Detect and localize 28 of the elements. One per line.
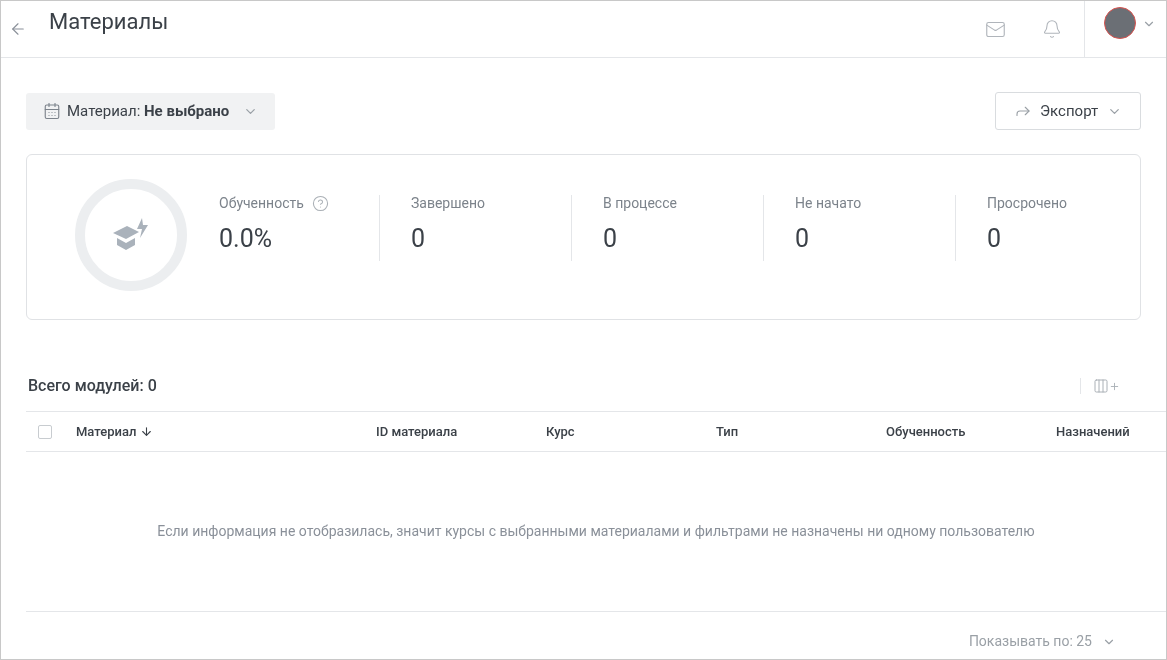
column-header[interactable]: Курс (546, 421, 575, 442)
stat-label: Просрочено (987, 194, 1068, 213)
bell-icon[interactable] (1042, 19, 1062, 39)
calendar-icon (43, 102, 61, 120)
stat-value: 0 (411, 223, 427, 255)
table-title: Всего модулей: 0 (28, 375, 157, 397)
column-header[interactable]: Назначений (1056, 421, 1130, 442)
column-header[interactable]: Обученность (886, 421, 966, 442)
stat-value: 0 (795, 223, 811, 255)
column-header[interactable]: ID материала (376, 421, 458, 442)
material-filter[interactable]: Материал: Не выбрано (26, 92, 276, 130)
stat-label: Не начато (795, 194, 862, 213)
export-button[interactable]: Экспорт (995, 92, 1141, 130)
stat-label: Обученность (219, 194, 304, 213)
stat-label: В процессе (603, 194, 677, 213)
add-column-icon[interactable] (1093, 378, 1120, 394)
stat-label: Завершено (411, 194, 486, 213)
help-icon[interactable] (311, 195, 329, 212)
column-header[interactable]: Тип (716, 421, 739, 442)
stat-value: 0 (987, 223, 1003, 255)
avatar[interactable] (1104, 7, 1136, 39)
sort-arrow-icon[interactable] (140, 425, 154, 438)
page-title: Материалы (49, 7, 169, 36)
stat-value: 0 (603, 223, 619, 255)
empty-message: Если информация не отобразилась, значит курсы с выбранными материалами и фильтрами не назначены ни одному пользователю (157, 522, 1035, 541)
select-all-checkbox[interactable] (38, 424, 52, 439)
stat-value: 0.0% (219, 223, 273, 255)
column-header[interactable]: Материал (76, 421, 137, 442)
